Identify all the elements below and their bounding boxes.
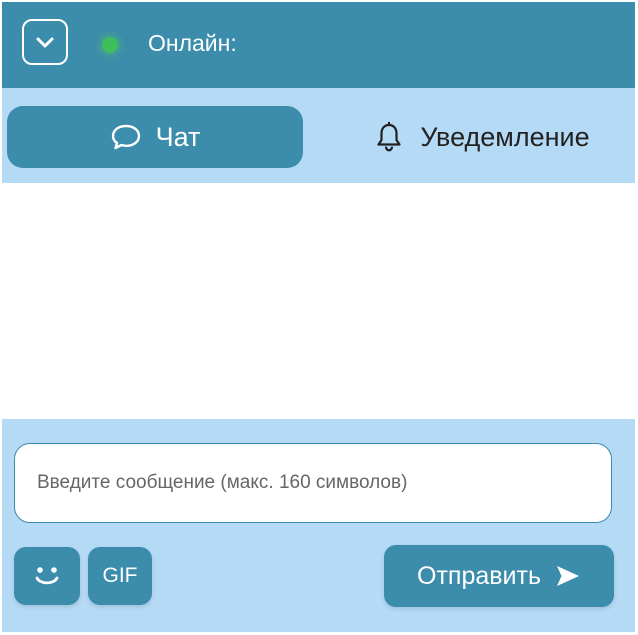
- chat-header: Онлайн:: [2, 2, 635, 88]
- tab-notifications-label: Уведемление: [420, 121, 590, 152]
- send-button-label: Отправить: [417, 561, 541, 590]
- tab-bar: Чат Уведемление: [2, 88, 635, 183]
- gif-button-label: GIF: [102, 564, 138, 587]
- message-input[interactable]: [14, 443, 612, 523]
- online-status-label: Онлайн:: [148, 30, 237, 56]
- send-arrow-icon: [556, 566, 579, 586]
- gif-button[interactable]: GIF: [88, 547, 152, 605]
- chat-bubble-icon: [111, 124, 140, 150]
- tab-chat-label: Чат: [155, 121, 201, 152]
- send-button[interactable]: Отправить: [384, 545, 614, 607]
- tab-chat[interactable]: Чат: [7, 106, 303, 168]
- message-list[interactable]: [2, 183, 635, 419]
- smiley-icon: [35, 567, 59, 585]
- chat-widget: Онлайн: Чат Уведемление Введите сообщени…: [2, 2, 635, 632]
- chevron-down-icon: [36, 37, 54, 48]
- emoji-button[interactable]: [14, 547, 80, 605]
- tab-notifications[interactable]: Уведемление: [332, 106, 632, 168]
- collapse-button[interactable]: [22, 19, 68, 65]
- composer-panel: GIF Отправить: [2, 419, 635, 632]
- online-status-dot: [102, 37, 118, 53]
- bell-icon: [377, 121, 401, 152]
